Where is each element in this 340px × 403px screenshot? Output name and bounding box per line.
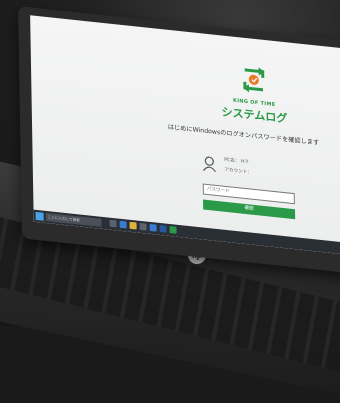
kot-logo-icon xyxy=(242,67,265,93)
kot-taskbar-icon[interactable] xyxy=(169,225,177,234)
login-prompt: はじめにWindowsのログオンパスワードを確認します xyxy=(167,123,320,147)
task-view-icon[interactable] xyxy=(109,219,117,228)
folder-icon[interactable] xyxy=(129,221,137,230)
taskbar-search[interactable]: ここに入力して検索 xyxy=(45,212,102,227)
mail-icon[interactable] xyxy=(149,223,157,232)
login-screen: KING OF TIME システムログ はじめにWindowsのログオンパスワー… xyxy=(30,15,340,255)
pc-name-label: PC名： H-T xyxy=(224,157,249,166)
user-icon xyxy=(203,156,216,173)
brand-logo: KING OF TIME システムログ xyxy=(219,61,290,126)
word-icon[interactable] xyxy=(159,224,167,233)
windows-start-icon[interactable] xyxy=(35,211,44,221)
laptop-bezel: KING OF TIME システムログ はじめにWindowsのログオンパスワー… xyxy=(18,6,340,274)
user-info: PC名： H-T アカウント： xyxy=(202,151,292,187)
store-icon[interactable] xyxy=(139,222,147,231)
edge-icon[interactable] xyxy=(119,220,127,229)
account-label: アカウント： xyxy=(224,167,253,176)
